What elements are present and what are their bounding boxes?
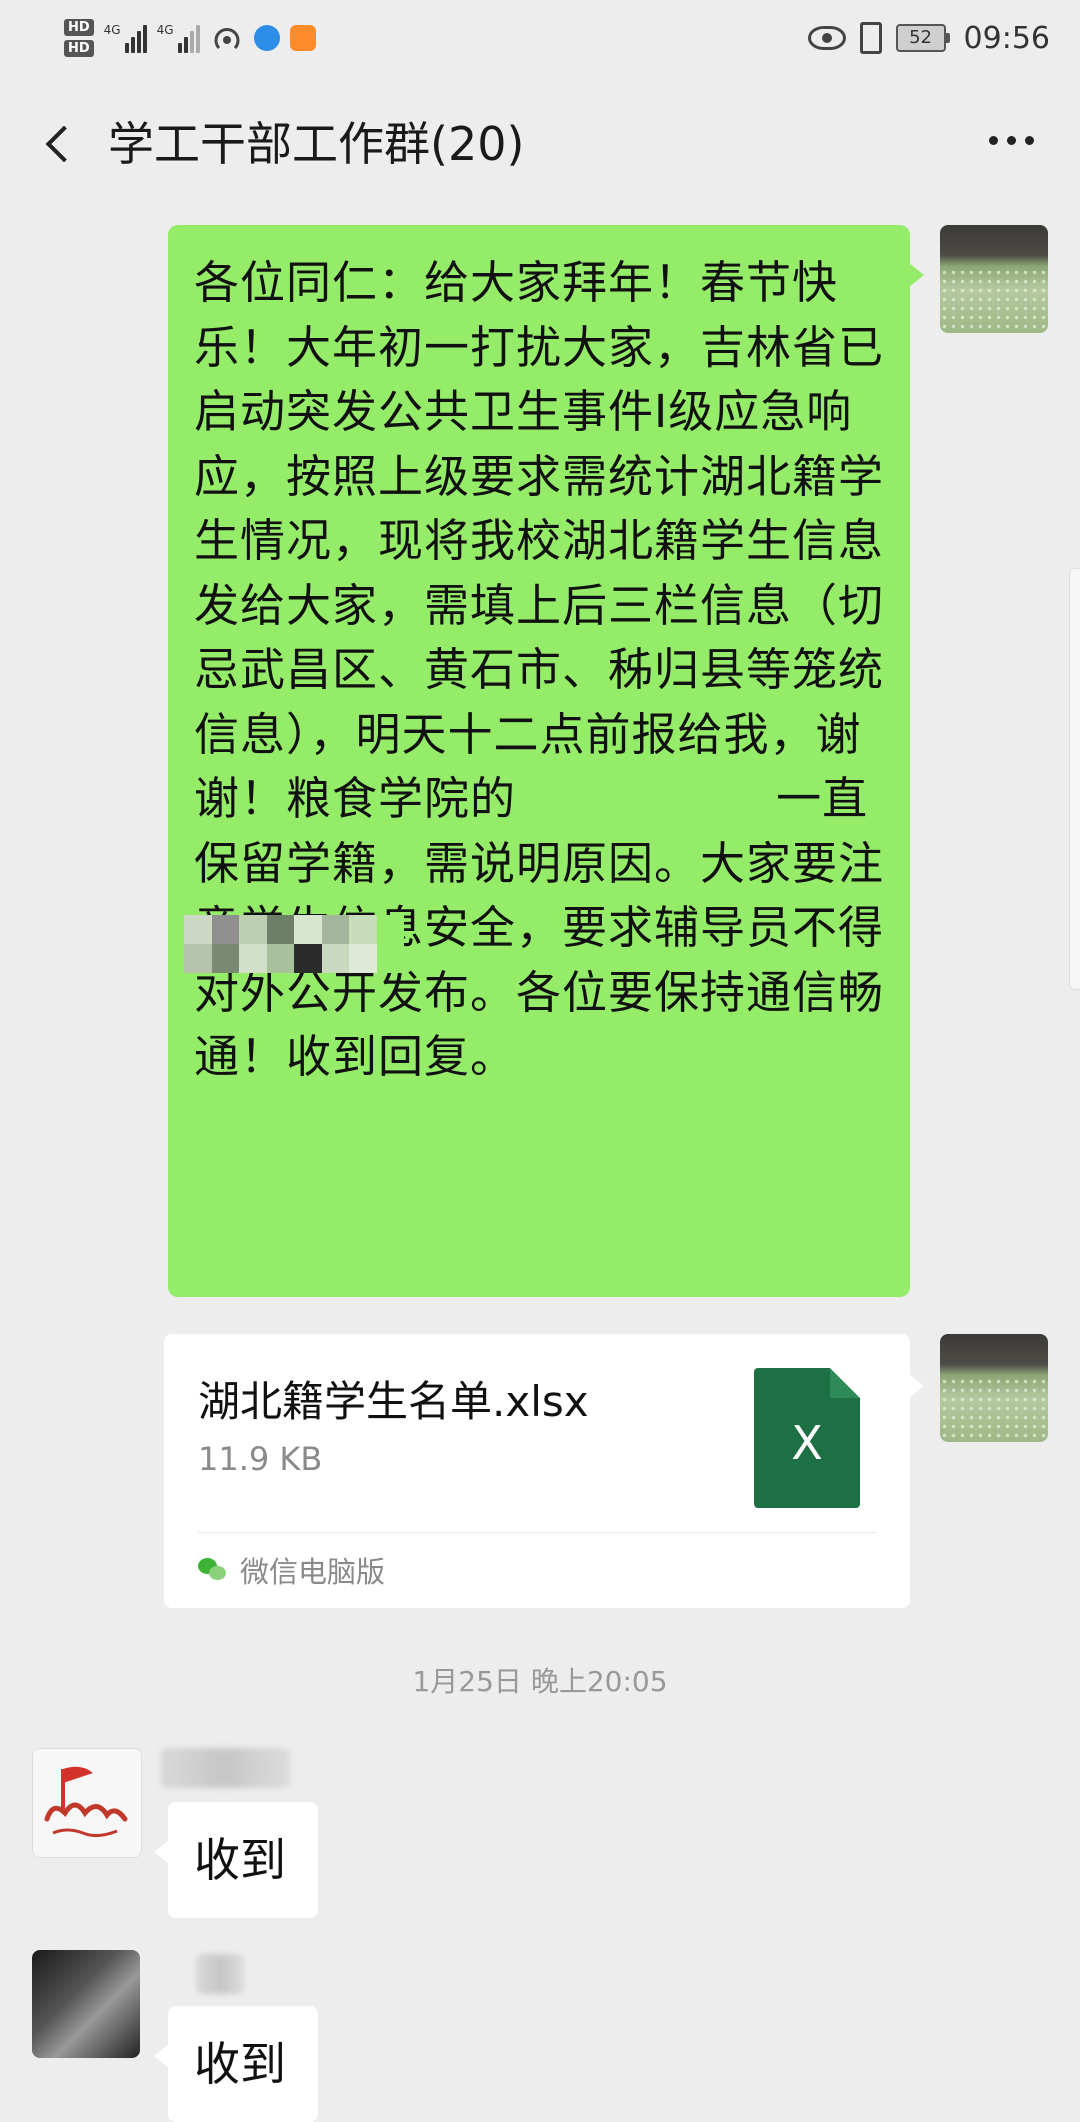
battery-level: 52 — [895, 24, 946, 52]
avatar[interactable] — [940, 225, 1048, 333]
status-right: 52 09:56 — [807, 14, 1050, 62]
source-label: 微信电脑版 — [240, 1555, 386, 1589]
status-bar: HD HD 4G 4G 52 09:56 — [0, 0, 1080, 72]
avatar[interactable] — [940, 1334, 1048, 1442]
message-bubble[interactable]: 收到 — [154, 1802, 318, 1918]
app-notification-icon — [289, 25, 316, 51]
message-bubble[interactable]: 各位同仁：给大家拜年！春节快乐！大年初一打扰大家，吉林省已启动突发公共卫生事件Ⅰ… — [168, 225, 924, 1297]
status-left: HD HD 4G 4G — [64, 8, 316, 68]
file-size: 11.9 KB — [198, 1440, 323, 1478]
avatar[interactable] — [32, 1748, 142, 1858]
avatar[interactable] — [32, 1950, 140, 2058]
chat-header: 学工干部工作群(20) — [0, 80, 1080, 200]
sender-name-blurred — [160, 1748, 290, 1788]
more-options-icon[interactable] — [989, 136, 1034, 145]
chat-title[interactable]: 学工干部工作群(20) — [108, 114, 524, 174]
eye-comfort-icon — [807, 26, 846, 50]
message-text: 收到 — [194, 2037, 286, 2091]
app-notification-icon — [253, 25, 280, 51]
redacted-name — [184, 915, 404, 973]
hd-icon: HD — [64, 40, 94, 57]
hotspot-icon — [214, 28, 240, 50]
wechat-icon — [198, 1558, 228, 1582]
battery-icon: 52 — [895, 24, 950, 52]
file-source: 微信电脑版 — [198, 1548, 385, 1592]
side-edge — [1069, 568, 1080, 990]
signal-icon: 4G — [157, 23, 200, 53]
sender-name-blurred — [196, 1954, 244, 1994]
excel-file-icon: X — [754, 1368, 860, 1508]
wuhan-logo-icon — [33, 1749, 141, 1857]
message-bubble[interactable]: 收到 — [154, 2006, 318, 2122]
file-message[interactable]: 湖北籍学生名单.xlsx 11.9 KB X 微信电脑版 — [164, 1334, 924, 1608]
file-name: 湖北籍学生名单.xlsx — [198, 1377, 589, 1426]
back-arrow-icon[interactable] — [36, 114, 84, 174]
signal-icon: 4G — [104, 23, 147, 53]
message-timestamp: 1月25日 晚上20:05 — [412, 1665, 668, 1698]
vibrate-icon — [859, 22, 882, 54]
hd-badges: HD HD — [64, 19, 94, 57]
message-text: 收到 — [194, 1833, 286, 1887]
status-time: 09:56 — [963, 20, 1050, 56]
divider — [198, 1532, 876, 1533]
hd-icon: HD — [64, 19, 94, 36]
